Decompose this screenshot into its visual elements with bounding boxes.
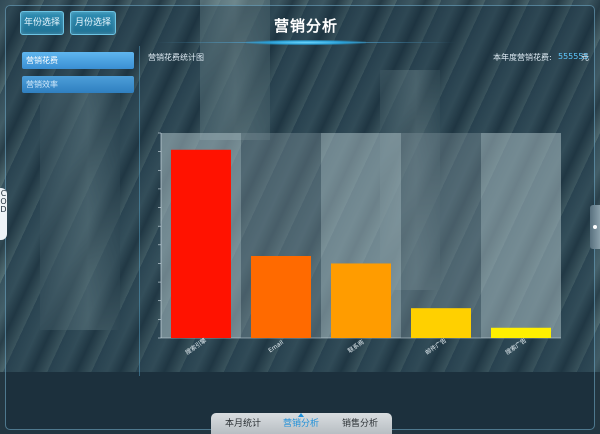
tab-marketing-analysis[interactable]: 营销分析 xyxy=(279,417,323,431)
scroll-handle-dot xyxy=(593,225,597,229)
edge-widget-text: C O D xyxy=(0,189,7,214)
chart-bar xyxy=(251,256,311,338)
year-total-unit: 元 xyxy=(581,53,589,62)
tab-sales-analysis[interactable]: 销售分析 xyxy=(337,417,383,431)
sidebar-item-marketing-cost[interactable]: 营销花费 xyxy=(22,52,134,69)
tab-monthly-stats[interactable]: 本月统计 xyxy=(221,417,265,431)
side-scroll-handle[interactable] xyxy=(590,205,600,249)
sidebar-item-marketing-efficiency[interactable]: 营销效率 xyxy=(22,76,134,93)
chart-bar xyxy=(171,149,231,338)
bottom-nav: 本月统计 营销分析 销售分析 xyxy=(211,413,392,434)
page-title: 营销分析 xyxy=(273,17,338,35)
title-bar: 营销分析 xyxy=(156,9,456,45)
month-select-button[interactable]: 月份选择 xyxy=(70,11,116,35)
year-select-button[interactable]: 年份选择 xyxy=(20,11,64,35)
title-glow xyxy=(246,40,366,45)
x-tick-label: 搜索广告 xyxy=(504,336,528,356)
x-tick-label: 联系商 xyxy=(346,338,365,355)
chart-bar xyxy=(491,327,551,338)
marketing-cost-bar-chart: 1,0001,2001,4001,6001,8002,0002,2002,400… xyxy=(158,132,561,357)
analysis-panel: 营销分析 年份选择 月份选择 营销花费 营销效率 营销花费统计图 本年度营销花费… xyxy=(5,5,595,430)
x-tick-label: 邮件广告 xyxy=(424,336,448,356)
edge-widget[interactable]: C O D xyxy=(0,188,7,240)
chart-title: 营销花费统计图 xyxy=(148,53,204,62)
x-tick-label: Email xyxy=(267,339,285,354)
chart-column-band xyxy=(401,133,481,338)
vertical-divider xyxy=(139,46,140,376)
sidebar: 营销花费 营销效率 xyxy=(22,52,134,100)
chart-column-band xyxy=(481,133,561,338)
year-total-label: 本年度营销花费: xyxy=(493,53,552,62)
chart-bar xyxy=(331,263,391,338)
chart-bar xyxy=(411,308,471,338)
x-tick-label: 搜索引擎 xyxy=(184,336,208,356)
